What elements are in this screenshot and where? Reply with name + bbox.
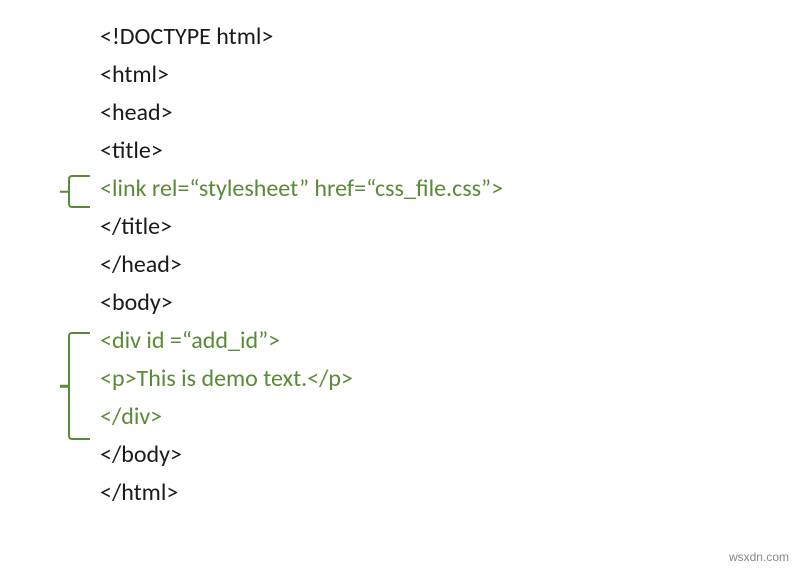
code-block: <!DOCTYPE html> <html> <head> <title> <l… <box>0 18 799 512</box>
code-line-13: </html> <box>100 474 799 512</box>
code-line-9-highlighted: <div id =“add_id”> <box>100 322 799 360</box>
code-line-1: <!DOCTYPE html> <box>100 18 799 56</box>
code-line-7: </head> <box>100 246 799 284</box>
code-line-5-highlighted: <link rel=“stylesheet” href=“css_file.cs… <box>100 170 799 208</box>
code-line-8: <body> <box>100 284 799 322</box>
watermark: wsxdn.com <box>729 550 789 564</box>
code-line-11-highlighted: </div> <box>100 398 799 436</box>
code-line-10-highlighted: <p>This is demo text.</p> <box>100 360 799 398</box>
code-line-12: </body> <box>100 436 799 474</box>
bracket-annotation-1 <box>68 175 90 208</box>
code-line-4: <title> <box>100 132 799 170</box>
code-line-6: </title> <box>100 208 799 246</box>
code-line-2: <html> <box>100 56 799 94</box>
bracket-annotation-2 <box>68 332 90 440</box>
code-line-3: <head> <box>100 94 799 132</box>
